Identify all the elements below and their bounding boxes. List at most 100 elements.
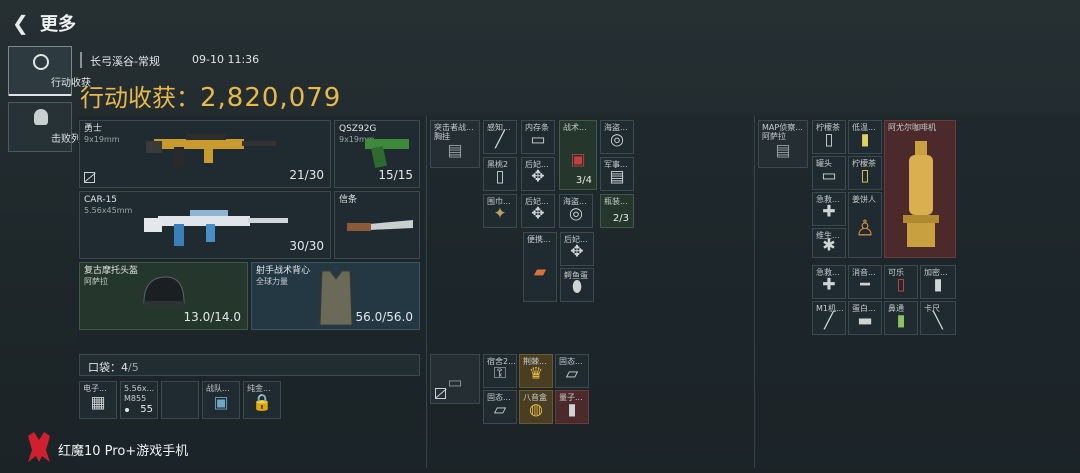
- cola-icon: ▯: [896, 274, 906, 294]
- backpack-item-4[interactable]: 罐头 ▭: [812, 156, 846, 190]
- red-magic-logo: [28, 432, 50, 462]
- rig-item-3[interactable]: 战术... ▣ 3/4: [559, 120, 597, 190]
- pocket-slot-2[interactable]: 5.56x... M855 55: [120, 381, 158, 419]
- pocket-header: 口袋：4/5: [79, 354, 420, 376]
- rig-item-1[interactable]: 感知... ╱: [483, 120, 517, 154]
- rig-item-7[interactable]: 军事... ▤: [600, 157, 634, 191]
- earnings: 行动收获：2,820,079: [80, 78, 341, 113]
- pocket-slot-1[interactable]: 电子... ▦: [79, 381, 117, 419]
- backpack-item-9[interactable]: 急救... ✚: [812, 265, 846, 299]
- backpack-item-6[interactable]: 急救... ✚: [812, 192, 846, 226]
- watermark-text: 红魔10 Pro+游戏手机: [58, 444, 189, 459]
- backpack-slot[interactable]: MAP侦察... 阿萨拉 ▤: [758, 120, 808, 168]
- weapon-caliber: 9x19mm: [84, 135, 120, 144]
- item-count: 3/4: [575, 175, 592, 186]
- backpack-item-12[interactable]: 加密... ▮: [920, 265, 956, 299]
- armor-sub: 阿萨拉: [84, 277, 108, 286]
- weapon-ammo: 30/30: [289, 239, 324, 253]
- rig-slot[interactable]: 突击者战... 胸挂 ▤: [430, 120, 480, 168]
- rig-item-2[interactable]: 内存条 ▭: [521, 120, 555, 154]
- pocket-slot-4[interactable]: 战队... ▣: [202, 381, 240, 419]
- pocket-slot-5[interactable]: 纯金... 🔒: [243, 381, 281, 419]
- melee-slot[interactable]: 信条: [334, 191, 420, 259]
- trophy-icon: ♛: [528, 363, 544, 383]
- key-icon: ⚿: [493, 362, 507, 382]
- vest-icon: [319, 270, 353, 326]
- rig-item-5[interactable]: 黑桃2 ▯: [483, 157, 517, 191]
- smg-gold-icon: [146, 134, 276, 167]
- rig-item-6[interactable]: 后妃... ✥: [521, 157, 555, 191]
- weapon-name: QSZ92G: [339, 124, 377, 134]
- helmet-slot[interactable]: 复古摩托头盔 阿萨拉 13.0/14.0: [79, 262, 248, 330]
- session-info: 长弓溪谷-常规 09-10 11:36: [80, 52, 410, 70]
- tab-action-harvest[interactable]: 行动收获: [8, 46, 91, 96]
- scarf-icon: ✦: [493, 203, 507, 223]
- ammo-icon: [125, 408, 129, 412]
- item-label: 阿尤尔咖啡机: [888, 123, 936, 132]
- pill-icon: ✱: [822, 235, 836, 255]
- case-item-6[interactable]: 量子... ▮: [555, 390, 589, 424]
- case-slot[interactable]: ▭: [430, 354, 480, 404]
- device-icon: ▦: [90, 392, 106, 412]
- knife-icon: [347, 220, 413, 231]
- case-item-4[interactable]: 固态... ▱: [483, 390, 517, 424]
- case-item-3[interactable]: 固态... ▱: [555, 354, 589, 388]
- pocket-label: 口袋：: [88, 361, 121, 374]
- tab-kill-list[interactable]: 击败列表: [8, 102, 91, 152]
- back-button[interactable]: ❮ 更多: [8, 6, 98, 36]
- syringe-icon: ╱: [495, 129, 505, 149]
- medkit-icon: ▣: [570, 149, 586, 169]
- lock-icon: [435, 388, 446, 399]
- weapon-name: CAR-15: [84, 195, 118, 205]
- backpack-item-5[interactable]: 柠檬茶 ▯: [848, 156, 882, 190]
- pistol-slot[interactable]: QSZ92G 9x19mm 15/15: [334, 120, 420, 188]
- can-icon: ▯: [824, 129, 834, 149]
- case-item-2[interactable]: 荆棘... ♛: [519, 354, 553, 388]
- coffee-machine-icon: [903, 141, 939, 247]
- backpack-item-2[interactable]: 低温... ▮: [848, 120, 882, 154]
- backpack-item-3[interactable]: 阿尤尔咖啡机: [884, 120, 956, 258]
- rig-item-4[interactable]: 海盗... ◎: [600, 120, 634, 154]
- rig-item-8[interactable]: 围巾... ✦: [483, 194, 517, 228]
- gingerbread-icon: ♙: [855, 216, 875, 242]
- backpack-item-11[interactable]: 可乐 ▯: [884, 265, 918, 299]
- primary-weapon-slot[interactable]: 勇士 9x19mm 21/30: [79, 120, 331, 188]
- backpack-item-8[interactable]: 维生... ✱: [812, 228, 846, 258]
- rig-item-10[interactable]: 海盗... ◎: [559, 194, 593, 228]
- case-item-1[interactable]: 宿舍2... ⚿: [483, 354, 517, 388]
- usb-icon: ▮: [567, 399, 577, 419]
- bag-icon: ▰: [533, 261, 547, 281]
- secondary-weapon-slot[interactable]: CAR-15 5.56x45mm 30/30: [79, 191, 331, 259]
- rig-item-9[interactable]: 后妃... ✥: [521, 194, 555, 228]
- case-item-5[interactable]: 八音盒 ◍: [519, 390, 553, 424]
- backpack-item-16[interactable]: 卡尺 ╲: [920, 301, 956, 335]
- rig-item-13[interactable]: 后妃... ✥: [560, 232, 594, 266]
- item-label: 便携...: [527, 235, 551, 244]
- armor-durability: 56.0/56.0: [355, 310, 413, 324]
- backpack-item-13[interactable]: M1机... ╱: [812, 301, 846, 335]
- drive-icon: ▱: [565, 363, 579, 383]
- photo-icon: ▣: [213, 392, 229, 412]
- pocket-slot-3[interactable]: [161, 381, 199, 419]
- backpack-item-7[interactable]: 姜饼人 ♙: [848, 192, 882, 258]
- musicbox-icon: ◍: [529, 399, 543, 419]
- armor-durability: 13.0/14.0: [183, 310, 241, 324]
- pistol-icon: [365, 139, 409, 169]
- rig-item-12[interactable]: 便携... ▰: [523, 232, 557, 302]
- egg-icon: ⬮: [571, 276, 583, 296]
- rig-item-11[interactable]: 瓶装... 2/3: [600, 194, 634, 228]
- vest-slot[interactable]: 射手战术背心 全球力量 56.0/56.0: [251, 262, 420, 330]
- armor-name: 复古摩托头盔: [84, 266, 139, 276]
- pocket-used: 4: [121, 361, 128, 374]
- item-sub: M855: [124, 394, 147, 403]
- item-count: 2/3: [612, 213, 629, 224]
- jewel-icon: ✥: [570, 241, 584, 261]
- rig-item-14[interactable]: 鳄鱼蛋 ⬮: [560, 268, 594, 302]
- backpack-item-15[interactable]: 鼻通 ▮: [884, 301, 918, 335]
- protein-icon: ▬: [857, 310, 873, 330]
- backpack-item-1[interactable]: 柠檬茶 ▯: [812, 120, 846, 154]
- weapon-name: 勇士: [84, 124, 103, 134]
- pocket-capacity: /5: [128, 361, 139, 374]
- backpack-item-10[interactable]: 消音... ━: [848, 265, 882, 299]
- backpack-item-14[interactable]: 蛋白... ▬: [848, 301, 882, 335]
